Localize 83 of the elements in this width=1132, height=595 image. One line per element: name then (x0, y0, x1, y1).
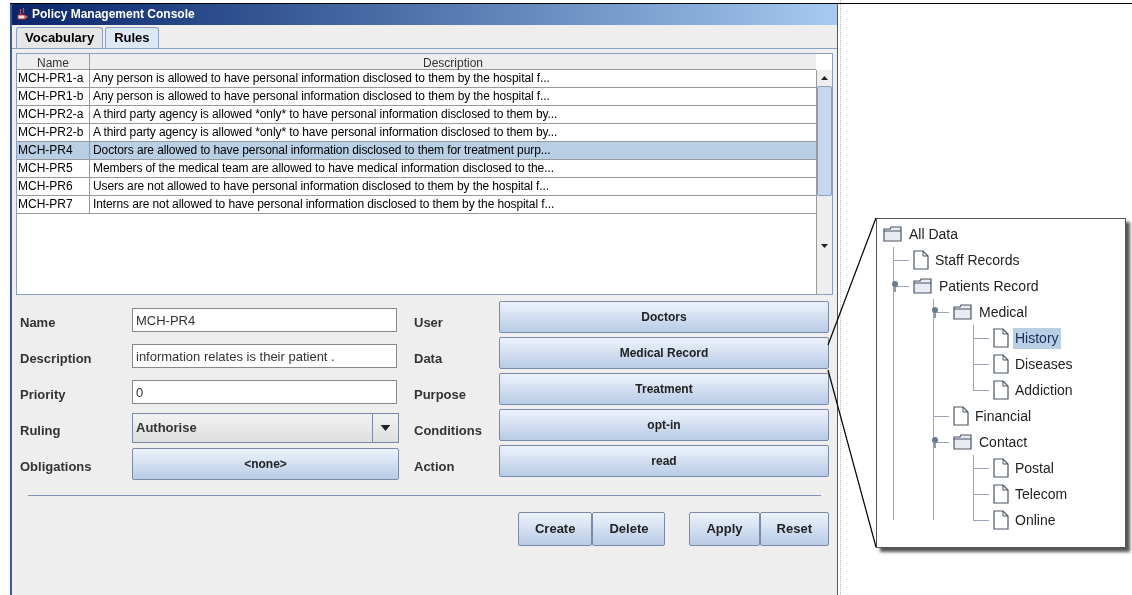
tree-item[interactable]: All Data (907, 223, 961, 245)
value-button[interactable]: opt-in (499, 409, 829, 441)
tree-item[interactable]: Diseases (1013, 353, 1075, 375)
table-cell: MCH-PR7 (17, 196, 90, 213)
expanded-handle-icon[interactable] (931, 306, 939, 318)
field-label: Ruling (20, 422, 62, 441)
expanded-handle-icon[interactable] (931, 436, 939, 448)
document-icon (993, 510, 1009, 530)
tree-item[interactable]: Staff Records (933, 249, 1022, 271)
column-header[interactable]: Description (90, 54, 816, 69)
table-cell-text: Users are not allowed to have personal information disclosed to them by the hospital f... (92, 178, 551, 195)
table-cell-text: A third party agency is allowed *only* to have personal information disclosed to them by... (92, 124, 559, 141)
field-label: Purpose (414, 386, 467, 405)
tree-item[interactable]: Financial (973, 405, 1034, 427)
field-label: Description (20, 350, 93, 369)
table-cell: MCH-PR2-a (17, 106, 90, 123)
folder-icon (883, 226, 903, 242)
value-button[interactable]: Treatment (499, 373, 829, 405)
value-button[interactable]: Doctors (499, 301, 829, 333)
document-icon (993, 458, 1009, 478)
tree-item[interactable]: Medical (977, 301, 1030, 323)
tree-item[interactable]: History (1013, 327, 1061, 349)
field-label: Obligations (20, 458, 93, 477)
table-cell-text: A third party agency is allowed *only* to have personal information disclosed to them by... (92, 106, 559, 123)
document-icon (953, 406, 969, 426)
table-row[interactable]: MCH-PR5 Members of the medical team are allowed to have medical information disclosed to the... (17, 160, 816, 178)
text-field[interactable]: information relates is their patient . (132, 344, 397, 368)
value-button[interactable]: <none> (132, 448, 399, 480)
field-label: Name (20, 314, 57, 333)
document-icon (993, 328, 1009, 348)
document-icon (993, 380, 1009, 400)
scrollbar[interactable] (816, 70, 832, 294)
table-cell-text: Any person is allowed to have personal information disclosed to them by the hospital f... (92, 88, 551, 105)
field-label: Data (414, 350, 444, 369)
table-row[interactable]: MCH-PR6 Users are not allowed to have personal information disclosed to them by the hospital f... (17, 178, 816, 196)
document-icon (993, 354, 1009, 374)
table-row[interactable]: MCH-PR1-a Any person is allowed to have personal information disclosed to them by the hospital f... (17, 70, 816, 88)
folder-icon (953, 434, 973, 450)
tree-item[interactable]: Patients Record (937, 275, 1041, 297)
action-button[interactable]: Reset (759, 512, 829, 546)
table-cell: MCH-PR5 (17, 160, 90, 177)
table-cell: MCH-PR1-b (17, 88, 90, 105)
column-header[interactable]: Name (17, 54, 90, 69)
cup-icon (16, 7, 28, 21)
scrollbar-thumb[interactable] (817, 86, 832, 196)
field-label: Conditions (414, 422, 483, 441)
table-row[interactable]: MCH-PR2-a A third party agency is allowed *only* to have personal information disclosed to them by... (17, 106, 816, 124)
table-cell-text: Members of the medical team are allowed to have medical information disclosed to the... (92, 160, 555, 177)
table-row[interactable]: MCH-PR1-b Any person is allowed to have personal information disclosed to them by the hospital f... (17, 88, 816, 106)
tab[interactable]: Vocabulary (16, 27, 104, 48)
document-icon (993, 484, 1009, 504)
value-button[interactable]: Medical Record (499, 337, 829, 369)
expanded-handle-icon[interactable] (891, 280, 899, 292)
table-cell-text: Any person is allowed to have personal information disclosed to them by the hospital f... (92, 70, 551, 87)
tab[interactable]: Rules (105, 27, 159, 48)
tree-item[interactable]: Online (1013, 509, 1058, 531)
table-cell: MCH-PR6 (17, 178, 90, 195)
table-cell: MCH-PR2-b (17, 124, 90, 141)
action-button[interactable]: Apply (689, 512, 760, 546)
text-field[interactable]: 0 (132, 380, 397, 404)
value-button[interactable]: read (499, 445, 829, 477)
folder-icon (953, 304, 973, 320)
table-row[interactable]: MCH-PR2-b A third party agency is allowed *only* to have personal information disclosed to them by... (17, 124, 816, 142)
field-label: Priority (20, 386, 67, 405)
window-title: Policy Management Console (32, 6, 195, 23)
tree-item[interactable]: Postal (1013, 457, 1056, 479)
document-icon (913, 250, 929, 270)
table-cell-text: Doctors are allowed to have personal information disclosed to them for treatment purp... (92, 142, 552, 159)
table-row[interactable]: MCH-PR7 Interns are not allowed to have personal information disclosed to them by the hospital f... (17, 196, 816, 214)
text-field[interactable]: MCH-PR4 (132, 308, 397, 332)
folder-icon (913, 278, 933, 294)
table-cell: MCH-PR1-a (17, 70, 90, 87)
dropdown[interactable]: Authorise (132, 413, 399, 443)
tree-item[interactable]: Contact (977, 431, 1030, 453)
action-button[interactable]: Delete (592, 512, 666, 546)
tree-item[interactable]: Telecom (1013, 483, 1070, 505)
action-button[interactable]: Create (517, 512, 593, 546)
field-label: Action (414, 458, 456, 477)
table-cell-text: Interns are not allowed to have personal information disclosed to them by the hospital f... (92, 196, 556, 213)
tree-item[interactable]: Addiction (1013, 379, 1075, 401)
field-label: User (414, 314, 444, 333)
table-cell: MCH-PR4 (17, 142, 90, 159)
table-row[interactable]: MCH-PR4 Doctors are allowed to have personal information disclosed to them for treatment purp... (17, 142, 816, 160)
